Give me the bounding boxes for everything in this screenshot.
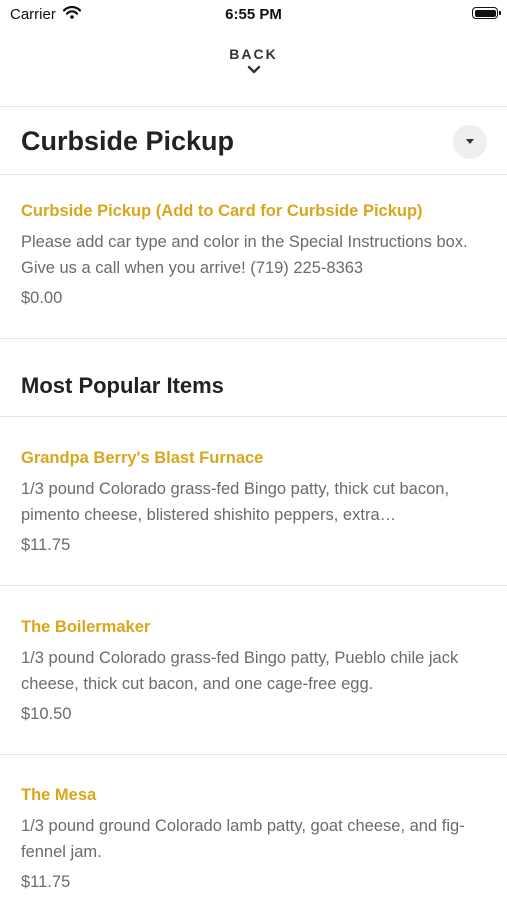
divider (0, 338, 507, 339)
divider (0, 754, 507, 755)
menu-item-boilermaker[interactable]: The Boilermaker 1/3 pound Colorado grass… (21, 616, 491, 725)
item-price: $11.75 (21, 536, 71, 554)
divider (0, 174, 507, 175)
back-label: BACK (229, 46, 278, 62)
item-name: Grandpa Berry's Blast Furnace (21, 449, 264, 467)
category-dropdown-button[interactable] (453, 125, 487, 159)
menu-item-mesa[interactable]: The Mesa 1/3 pound ground Colorado lamb … (21, 784, 491, 893)
item-price: $11.75 (21, 873, 71, 891)
item-name: The Mesa (21, 786, 97, 804)
item-description: Please add car type and color in the Spe… (21, 233, 468, 277)
item-description: 1/3 pound Colorado grass-fed Bingo patty… (21, 480, 450, 524)
item-name: Curbside Pickup (Add to Card for Curbsid… (21, 202, 423, 220)
status-bar: Carrier 6:55 PM (0, 0, 507, 28)
caret-down-icon (466, 139, 474, 144)
divider (0, 585, 507, 586)
back-button[interactable]: BACK (0, 46, 507, 74)
battery-icon (472, 7, 501, 19)
item-price: $10.50 (21, 705, 72, 723)
chevron-down-icon (247, 65, 260, 74)
item-description: 1/3 pound Colorado grass-fed Bingo patty… (21, 649, 459, 693)
section-title-popular: Most Popular Items (21, 373, 224, 398)
item-description: 1/3 pound ground Colorado lamb patty, go… (21, 817, 465, 861)
item-name: The Boilermaker (21, 618, 151, 636)
divider (0, 416, 507, 417)
section-title-curbside: Curbside Pickup (21, 126, 235, 156)
menu-item-blast-furnace[interactable]: Grandpa Berry's Blast Furnace 1/3 pound … (21, 447, 491, 556)
status-time: 6:55 PM (225, 6, 282, 23)
divider (0, 106, 507, 107)
item-price: $0.00 (21, 289, 63, 307)
menu-item-curbside-pickup[interactable]: Curbside Pickup (Add to Card for Curbsid… (21, 200, 491, 309)
